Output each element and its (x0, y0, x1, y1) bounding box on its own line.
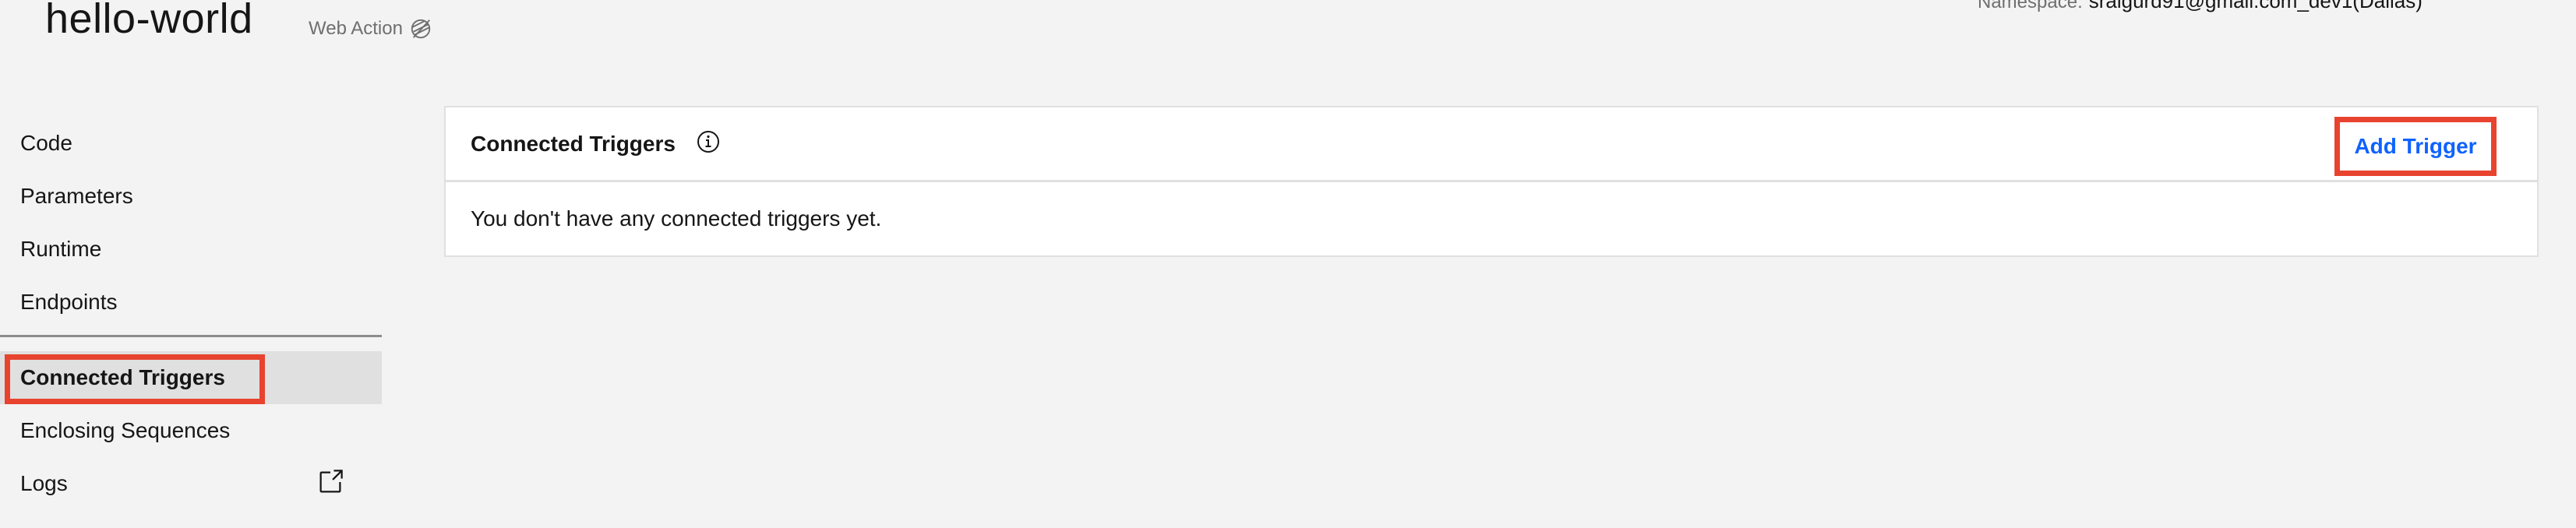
sidebar-item-label: Logs (20, 471, 68, 495)
namespace-label: Namespace: (1978, 0, 2083, 12)
sidebar-item-logs[interactable]: Logs (0, 457, 382, 510)
empty-state-message: You don't have any connected triggers ye… (471, 206, 882, 231)
web-action-globe-icon (411, 19, 431, 39)
namespace-value: sraigurd91@gmail.com_dev1(Dallas) (2088, 0, 2422, 12)
sidebar-item-enclosing-sequences[interactable]: Enclosing Sequences (0, 404, 382, 457)
card-title: Connected Triggers (471, 131, 676, 156)
page-title: hello-world (45, 0, 253, 42)
sidebar-item-label: Code (20, 131, 72, 155)
page: hello-world Web Action Namespace: sraigur… (0, 0, 2576, 528)
card-header: Connected Triggers Add Trigger (446, 107, 2537, 182)
highlight-box (5, 354, 265, 404)
sidebar-item-label: Parameters (20, 184, 133, 208)
sidebar-item-label: Enclosing Sequences (20, 418, 231, 442)
namespace-info: Namespace: sraigurd91@gmail.com_dev1(Dall… (1978, 0, 2422, 14)
sidebar-item-code[interactable]: Code (0, 117, 382, 170)
sidebar-item-runtime[interactable]: Runtime (0, 223, 382, 276)
external-link-icon[interactable] (316, 468, 344, 496)
sidebar-divider (0, 335, 382, 337)
sidebar-item-parameters[interactable]: Parameters (0, 170, 382, 223)
add-trigger-button[interactable]: Add Trigger (2334, 117, 2497, 176)
sidebar-item-endpoints[interactable]: Endpoints (0, 276, 382, 329)
web-action-label: Web Action (309, 18, 403, 39)
sidebar: Code Parameters Runtime Endpoints Connec… (0, 117, 382, 510)
connected-triggers-card: Connected Triggers Add Trigger You don't… (444, 106, 2539, 257)
sidebar-item-label: Runtime (20, 237, 102, 261)
sidebar-item-label: Endpoints (20, 290, 118, 314)
web-action-badge: Web Action (309, 17, 432, 40)
info-icon[interactable] (696, 129, 721, 154)
sidebar-item-connected-triggers[interactable]: Connected Triggers (0, 351, 382, 404)
